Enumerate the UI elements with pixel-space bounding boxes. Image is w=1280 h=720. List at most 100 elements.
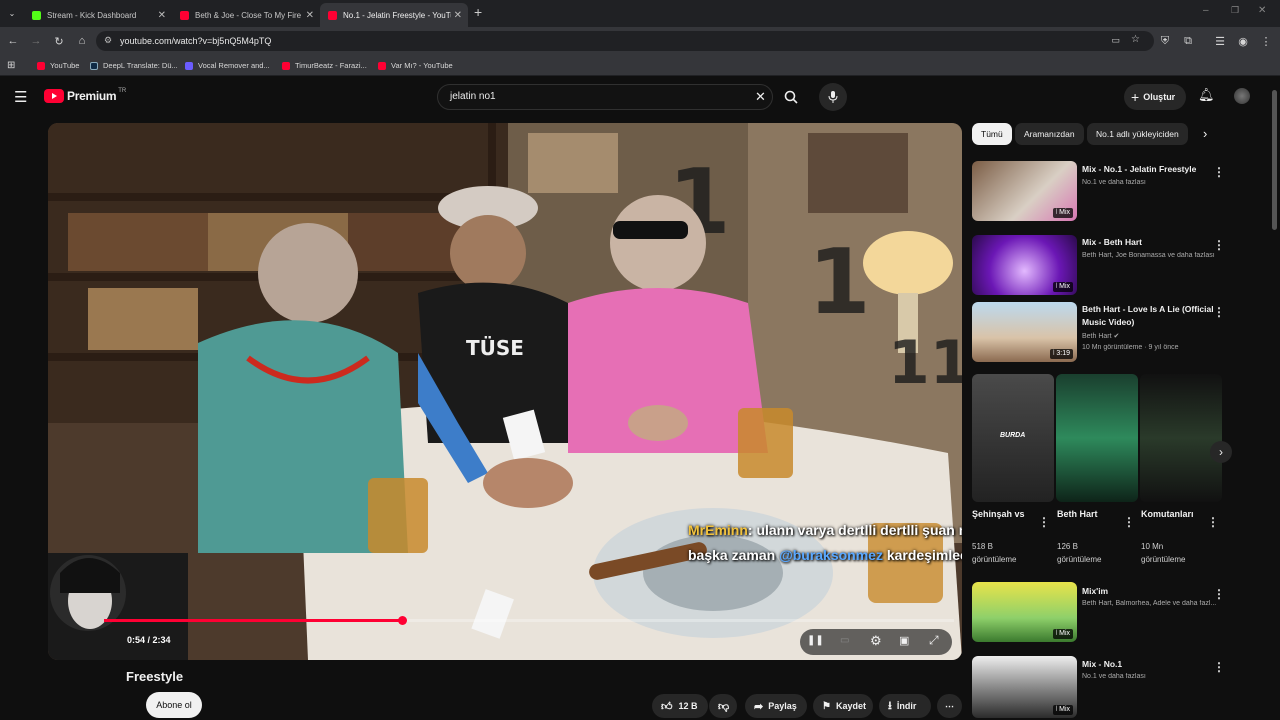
browser-menu-icon[interactable]: ⋮ bbox=[1256, 27, 1276, 55]
logo-text: Premium bbox=[67, 89, 117, 103]
shield-icon[interactable]: ⛨ bbox=[1155, 27, 1175, 55]
short-title[interactable]: Beth Hart bbox=[1057, 509, 1098, 519]
tab-beth-joe[interactable]: Beth & Joe - Close To My Fire ✕ bbox=[172, 3, 320, 27]
new-tab-button[interactable]: + bbox=[474, 4, 482, 20]
more-options-icon[interactable]: ⋮ bbox=[1038, 515, 1050, 529]
kick-icon bbox=[32, 10, 41, 20]
short-title[interactable]: Komutanları bbox=[1141, 509, 1194, 519]
related-title[interactable]: Mix - No.1 - Jelatin Freestyle bbox=[1082, 163, 1217, 176]
subscribe-button[interactable]: Abone ol bbox=[146, 692, 202, 718]
close-tab-icon[interactable]: ✕ bbox=[158, 10, 166, 21]
account-avatar[interactable] bbox=[1234, 88, 1250, 104]
shorts-next-button[interactable]: › bbox=[1210, 441, 1232, 463]
short-views-label: görüntüleme bbox=[1057, 555, 1102, 564]
close-window-button[interactable]: ✕ bbox=[1258, 5, 1266, 16]
bookmark-deepl[interactable]: DeepL Translate: Dü... bbox=[90, 55, 178, 76]
youtube-icon bbox=[282, 61, 290, 70]
video-frame: 1 1 11 TÜSE bbox=[48, 123, 962, 660]
notifications-bell-icon[interactable]: 🔔︎ bbox=[1198, 87, 1215, 103]
more-options-icon[interactable]: ⋮ bbox=[1213, 587, 1225, 601]
media-controls-icon[interactable]: ☰ bbox=[1210, 27, 1230, 55]
youtube-logo[interactable]: Premium TR bbox=[44, 88, 126, 103]
like-button[interactable]: 👍︎ 12 B bbox=[652, 694, 708, 718]
more-actions-button[interactable]: ⋯ bbox=[937, 694, 962, 718]
chip-from-uploader[interactable]: No.1 adlı yükleyiciden bbox=[1087, 123, 1188, 145]
share-button[interactable]: ➦ Paylaş bbox=[745, 694, 807, 718]
related-thumbnail[interactable]: ⦚ Mix bbox=[972, 161, 1077, 221]
page-scrollbar[interactable] bbox=[1272, 90, 1277, 230]
short-thumbnail[interactable] bbox=[1140, 374, 1222, 502]
bookmark-star-icon[interactable]: ☆ bbox=[1131, 34, 1140, 45]
home-icon[interactable]: ⌂ bbox=[72, 27, 92, 55]
captions-icon[interactable]: ▭ bbox=[840, 635, 849, 646]
short-title[interactable]: Şehinşah vs bbox=[972, 509, 1025, 519]
short-views: 10 Mn bbox=[1141, 542, 1164, 551]
fullscreen-icon[interactable]: ⤢ bbox=[929, 633, 939, 648]
video-player[interactable]: 1 1 11 TÜSE MrEminn: ulann varya dertlli… bbox=[48, 123, 962, 660]
more-options-icon[interactable]: ⋮ bbox=[1213, 305, 1225, 319]
minimize-button[interactable]: – bbox=[1203, 5, 1209, 16]
bookmark-vocal-remover[interactable]: Vocal Remover and... bbox=[185, 55, 270, 76]
download-icon: ⭳ bbox=[888, 699, 892, 712]
tab-search-icon[interactable]: ⌄ bbox=[2, 0, 22, 27]
close-tab-icon[interactable]: ✕ bbox=[306, 10, 314, 21]
more-options-icon[interactable]: ⋮ bbox=[1213, 238, 1225, 252]
deepl-icon bbox=[90, 61, 98, 70]
related-meta: No.1 ve daha fazlası bbox=[1082, 179, 1146, 186]
bookmark-timurbeatz[interactable]: TimurBeatz - Farazi... bbox=[282, 55, 367, 76]
reload-icon[interactable]: ↻ bbox=[49, 27, 69, 55]
dislike-button[interactable]: 👎︎ bbox=[709, 694, 737, 718]
create-button[interactable]: + Oluştur bbox=[1124, 84, 1186, 110]
related-meta: 10 Mn görüntüleme · 9 yıl önce bbox=[1082, 344, 1179, 351]
bookmark-label: YouTube bbox=[50, 61, 80, 70]
more-options-icon[interactable]: ⋮ bbox=[1213, 165, 1225, 179]
back-icon[interactable]: ← bbox=[3, 27, 23, 55]
bookmark-var-mi[interactable]: Var Mı? - YouTube bbox=[378, 55, 453, 76]
forward-icon[interactable]: → bbox=[26, 27, 46, 55]
clear-search-icon[interactable]: ✕ bbox=[755, 89, 766, 105]
related-title[interactable]: Mix - Beth Hart bbox=[1082, 236, 1217, 249]
related-thumbnail[interactable]: ⦚ 3:19 bbox=[972, 302, 1077, 362]
maximize-button[interactable]: ❐ bbox=[1231, 5, 1239, 16]
settings-gear-icon[interactable]: ⚙ bbox=[870, 633, 882, 649]
chip-from-search[interactable]: Aramanızdan bbox=[1015, 123, 1084, 145]
related-thumbnail[interactable]: ⦚ Mix bbox=[972, 582, 1077, 642]
progress-bar[interactable] bbox=[104, 616, 954, 625]
related-title[interactable]: Mix - No.1 bbox=[1082, 658, 1217, 671]
progress-scrubber[interactable] bbox=[397, 616, 407, 625]
tab-kick-dashboard[interactable]: Stream - Kick Dashboard ✕ bbox=[24, 3, 172, 27]
short-thumbnail[interactable] bbox=[1056, 374, 1138, 502]
site-info-icon[interactable]: ⚙ bbox=[104, 35, 112, 46]
bookmark-youtube[interactable]: YouTube bbox=[37, 55, 79, 76]
more-options-icon[interactable]: ⋮ bbox=[1213, 660, 1225, 674]
more-options-icon[interactable]: ⋮ bbox=[1123, 515, 1135, 529]
tab-jelatin-freestyle[interactable]: No.1 - Jelatin Freestyle - YouTube ✕ bbox=[320, 3, 468, 27]
hamburger-menu-icon[interactable]: ☰ bbox=[14, 88, 27, 106]
apps-icon[interactable]: ⊞ bbox=[7, 55, 15, 76]
more-options-icon[interactable]: ⋮ bbox=[1207, 515, 1219, 529]
thumbs-up-icon: 👍︎ bbox=[661, 700, 673, 713]
chip-all[interactable]: Tümü bbox=[972, 123, 1012, 145]
related-title[interactable]: Mix'im bbox=[1082, 585, 1217, 598]
close-tab-icon[interactable]: ✕ bbox=[454, 10, 462, 21]
profile-icon[interactable]: ◉ bbox=[1233, 27, 1253, 55]
related-thumbnail[interactable]: ⦚ Mix bbox=[972, 235, 1077, 295]
browser-toolbar: ← → ↻ ⌂ ⚙ youtube.com/watch?v=bj5nQ5M4pT… bbox=[0, 27, 1280, 55]
bookmark-label: Vocal Remover and... bbox=[198, 61, 270, 70]
cast-icon[interactable]: ▭ bbox=[1111, 35, 1120, 46]
share-icon: ➦ bbox=[754, 700, 764, 713]
related-thumbnail[interactable]: ⦚ Mix bbox=[972, 656, 1077, 718]
short-thumbnail[interactable]: BURDA bbox=[972, 374, 1054, 502]
save-button[interactable]: ⚑ Kaydet bbox=[813, 694, 873, 718]
search-input[interactable]: jelatin no1 bbox=[450, 91, 496, 102]
download-button[interactable]: ⭳ İndir bbox=[879, 694, 931, 718]
miniplayer-icon[interactable]: ▣ bbox=[899, 634, 909, 647]
related-title[interactable]: Beth Hart - Love Is A Lie (Official Musi… bbox=[1082, 303, 1217, 329]
extensions-icon[interactable]: ⧉ bbox=[1178, 27, 1198, 55]
search-button[interactable] bbox=[777, 84, 805, 110]
chips-next-icon[interactable]: › bbox=[1203, 126, 1207, 141]
voice-search-button[interactable] bbox=[819, 83, 847, 111]
pause-icon[interactable]: ❚❚ bbox=[807, 635, 824, 646]
search-box[interactable]: jelatin no1 ✕ bbox=[437, 84, 773, 110]
address-bar[interactable]: ⚙ youtube.com/watch?v=bj5nQ5M4pTQ ▭ ☆ bbox=[96, 31, 1154, 51]
